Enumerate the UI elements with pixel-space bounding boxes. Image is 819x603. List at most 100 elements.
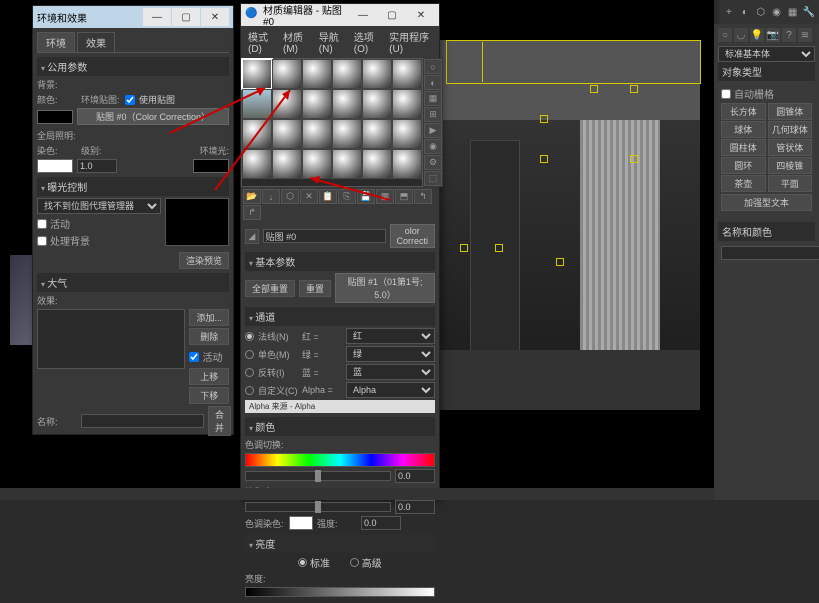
lightness-header[interactable]: 亮度	[245, 534, 435, 553]
display-tab-icon[interactable]: ▦	[787, 5, 799, 19]
sample-type-icon[interactable]: ○	[424, 59, 442, 74]
saturation-value[interactable]	[395, 500, 435, 514]
a-select[interactable]: Alpha	[346, 382, 435, 398]
material-slot-11[interactable]	[392, 89, 422, 119]
modify-tab-icon[interactable]: ◐	[739, 5, 751, 19]
mat-close-button[interactable]: ✕	[407, 6, 435, 24]
channels-header[interactable]: 通道	[245, 307, 435, 326]
normal-radio[interactable]	[245, 332, 254, 341]
atmosphere-header[interactable]: 大气	[37, 273, 229, 292]
geometry-icon[interactable]: ○	[718, 28, 732, 42]
name-color-header[interactable]: 名称和颜色	[718, 222, 815, 241]
motion-tab-icon[interactable]: ◉	[771, 5, 783, 19]
mat-maximize-button[interactable]: ▢	[378, 6, 406, 24]
sample-uv-icon[interactable]: ⊞	[424, 107, 442, 122]
pyramid-button[interactable]: 四棱锥	[768, 157, 813, 174]
plane-button[interactable]: 平面	[768, 175, 813, 192]
show-map-icon[interactable]: ▦	[376, 189, 394, 204]
color-header[interactable]: 颜色	[245, 417, 435, 436]
material-slot-3[interactable]	[332, 59, 362, 89]
object-name-input[interactable]	[721, 246, 819, 260]
sphere-button[interactable]: 球体	[721, 121, 766, 138]
space-warps-icon[interactable]: ≋	[798, 28, 812, 42]
material-type-button[interactable]: olor Correcti	[390, 224, 435, 248]
r-select[interactable]: 红	[346, 328, 435, 344]
atmosphere-list[interactable]	[37, 309, 185, 369]
torus-button[interactable]: 圆环	[721, 157, 766, 174]
move-down-button[interactable]: 下移	[189, 387, 229, 404]
background-icon[interactable]: ▦	[424, 91, 442, 106]
auto-grid-check[interactable]	[721, 89, 731, 99]
material-slot-9[interactable]	[332, 89, 362, 119]
reset-icon[interactable]: ✕	[300, 189, 318, 204]
atmo-name-input[interactable]	[81, 414, 204, 428]
make-preview-icon[interactable]: ◉	[424, 139, 442, 154]
object-type-header[interactable]: 对象类型	[718, 62, 815, 81]
basic-params-header[interactable]: 基本参数	[245, 252, 435, 271]
env-help-button[interactable]: ▢	[172, 8, 200, 26]
tint-color-swatch[interactable]	[289, 516, 313, 530]
material-slot-15[interactable]	[332, 119, 362, 149]
lights-icon[interactable]: 💡	[750, 28, 764, 42]
put-to-scene-icon[interactable]: ↓	[262, 189, 280, 204]
make-unique-icon[interactable]: ⎘	[338, 189, 356, 204]
go-sibling-icon[interactable]: ↱	[243, 205, 261, 220]
map-slot-button[interactable]: 贴图 #1（01第1号; 5.0）	[335, 273, 435, 303]
show-end-icon[interactable]: ⬒	[395, 189, 413, 204]
material-slot-4[interactable]	[362, 59, 392, 89]
material-slot-7[interactable]	[272, 89, 302, 119]
standard-radio[interactable]	[298, 558, 307, 567]
atmo-active-check[interactable]	[189, 352, 199, 362]
cameras-icon[interactable]: 📷	[766, 28, 780, 42]
material-slot-14[interactable]	[302, 119, 332, 149]
material-slot-6[interactable]	[242, 89, 272, 119]
delete-button[interactable]: 删除	[189, 328, 229, 345]
menu-utilities[interactable]: 实用程序(U)	[386, 28, 435, 56]
backlight-icon[interactable]: ◐	[424, 75, 442, 90]
get-material-icon[interactable]: 📂	[243, 189, 261, 204]
env-minimize-button[interactable]: —	[143, 8, 171, 26]
material-slot-17[interactable]	[392, 119, 422, 149]
exposure-header[interactable]: 曝光控制	[37, 177, 229, 196]
teapot-button[interactable]: 茶壶	[721, 175, 766, 192]
hue-slider[interactable]	[245, 471, 391, 481]
material-slot-1[interactable]	[272, 59, 302, 89]
material-slot-21[interactable]	[332, 149, 362, 179]
material-slot-0[interactable]	[242, 59, 272, 89]
hierarchy-tab-icon[interactable]: ⬡	[755, 5, 767, 19]
put-to-lib-icon[interactable]: 💾	[357, 189, 375, 204]
material-slot-22[interactable]	[362, 149, 392, 179]
render-preview-button[interactable]: 渲染预览	[179, 252, 229, 269]
g-select[interactable]: 绿	[346, 346, 435, 362]
create-tab-icon[interactable]: +	[723, 5, 735, 19]
exposure-dropdown[interactable]: 找不到位图代理管理器	[37, 198, 161, 214]
tube-button[interactable]: 管状体	[768, 139, 813, 156]
select-by-mat-icon[interactable]: ⬚	[424, 171, 442, 186]
custom-radio[interactable]	[245, 386, 254, 395]
material-slot-23[interactable]	[392, 149, 422, 179]
saturation-slider[interactable]	[245, 502, 391, 512]
material-slot-20[interactable]	[302, 149, 332, 179]
use-map-check[interactable]	[125, 95, 135, 105]
ambient-swatch[interactable]	[193, 159, 229, 173]
mono-radio[interactable]	[245, 350, 254, 359]
utilities-tab-icon[interactable]: 🔧	[803, 5, 815, 19]
common-params-header[interactable]: 公用参数	[37, 57, 229, 76]
brightness-ramp[interactable]	[245, 587, 435, 597]
reset-all-button[interactable]: 全部重置	[245, 280, 295, 297]
menu-material[interactable]: 材质(M)	[280, 28, 314, 56]
mat-minimize-button[interactable]: —	[349, 6, 377, 24]
environment-tab[interactable]: 环境	[37, 32, 75, 52]
material-slot-2[interactable]	[302, 59, 332, 89]
menu-options[interactable]: 选项(O)	[351, 28, 384, 56]
material-slot-12[interactable]	[242, 119, 272, 149]
textplus-button[interactable]: 加强型文本	[721, 194, 812, 211]
material-slot-18[interactable]	[242, 149, 272, 179]
material-slot-5[interactable]	[392, 59, 422, 89]
cylinder-button[interactable]: 圆柱体	[721, 139, 766, 156]
material-slot-10[interactable]	[362, 89, 392, 119]
add-button[interactable]: 添加...	[189, 309, 229, 326]
geosphere-button[interactable]: 几何球体	[768, 121, 813, 138]
b-select[interactable]: 蓝	[346, 364, 435, 380]
advanced-radio[interactable]	[350, 558, 359, 567]
